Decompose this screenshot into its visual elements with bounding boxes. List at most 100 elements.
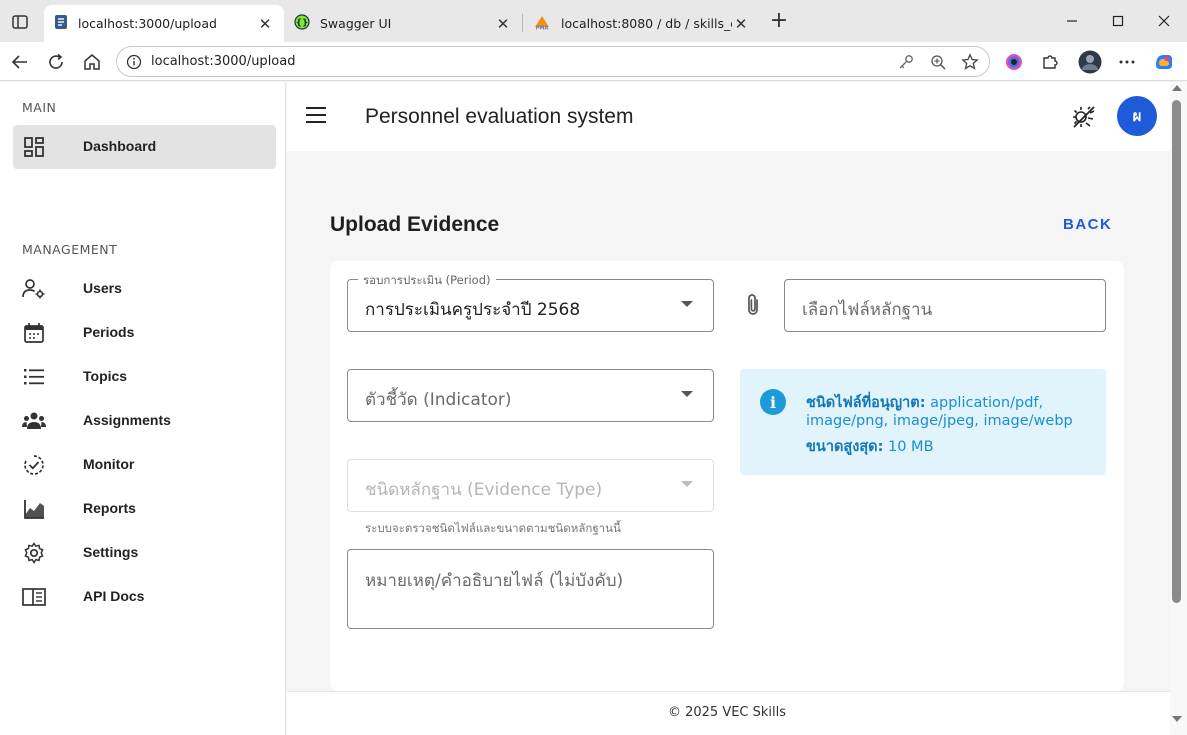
sidebar-item-label: Reports [83, 500, 136, 516]
swagger-icon: {} [294, 14, 310, 33]
note-textarea[interactable]: หมายเหตุ/คำอธิบายไฟล์ (ไม่บังคับ) [347, 549, 714, 629]
sidebar-item-label: Users [83, 280, 122, 296]
section-label-management: MANAGEMENT [22, 242, 118, 257]
favorite-star-icon[interactable] [961, 53, 979, 71]
key-icon[interactable] [897, 53, 915, 71]
dropdown-arrow-icon [681, 301, 693, 307]
refresh-icon[interactable] [43, 49, 69, 75]
close-tab-icon[interactable]: ✕ [732, 15, 750, 33]
avatar[interactable]: ผ [1117, 96, 1157, 136]
period-value: การประเมินครูประจำปี 2568 [365, 300, 581, 320]
group-icon [22, 409, 46, 433]
svg-text:{}: {} [296, 19, 309, 29]
sidebar-item-label: Monitor [83, 456, 135, 472]
close-window-icon[interactable] [1149, 8, 1179, 34]
sidebar-item-api-docs[interactable]: API Docs [13, 575, 276, 619]
sidebar: MAIN Dashboard MANAGEMENT Users Periods … [0, 82, 286, 735]
copilot-icon[interactable] [1152, 50, 1176, 74]
tab-title: Swagger UI [320, 16, 392, 31]
sidebar-item-label: Assignments [83, 412, 171, 428]
period-select[interactable]: รอบการประเมิน (Period) การประเมินครูประจ… [347, 272, 714, 332]
sidebar-item-label: Periods [83, 324, 135, 340]
sidebar-item-reports[interactable]: Reports [13, 487, 276, 531]
home-icon[interactable] [79, 49, 105, 75]
indicator-select[interactable]: ตัวชี้วัด (Indicator) [347, 369, 714, 422]
gear-icon [22, 541, 46, 565]
tab-swagger[interactable]: {} Swagger UI ✕ [284, 5, 522, 42]
file-placeholder: เลือกไฟล์หลักฐาน [802, 300, 933, 320]
evidence-type-select[interactable]: ชนิดหลักฐาน (Evidence Type) [347, 459, 714, 512]
sidebar-item-label: Topics [83, 368, 128, 384]
extension-color-icon[interactable] [1002, 50, 1026, 74]
profile-avatar-icon[interactable] [1078, 50, 1102, 74]
theme-toggle-icon[interactable] [1071, 104, 1097, 130]
svg-text:PMA: PMA [536, 26, 549, 31]
sidebar-item-label: API Docs [83, 588, 145, 604]
site-info-icon[interactable] [125, 53, 143, 71]
browser-tab-bar: localhost:3000/upload ✕ {} Swagger UI ✕ … [0, 0, 1187, 42]
close-tab-icon[interactable]: ✕ [256, 15, 274, 33]
phpmyadmin-icon: PMA [533, 14, 551, 33]
sidebar-item-topics[interactable]: Topics [13, 355, 276, 399]
extensions-puzzle-icon[interactable] [1038, 50, 1062, 74]
close-tab-icon[interactable]: ✕ [494, 15, 512, 33]
dropdown-arrow-icon [681, 391, 693, 397]
allowed-types-value-2: image/png, image/jpeg, image/webp [806, 413, 1073, 429]
maximize-icon[interactable] [1103, 8, 1133, 34]
zoom-icon[interactable] [929, 53, 947, 71]
monitor-check-icon [22, 453, 46, 477]
note-placeholder: หมายเหตุ/คำอธิบายไฟล์ (ไม่บังคับ) [365, 571, 624, 591]
page-title: Upload Evidence [330, 213, 500, 236]
max-size-label: ขนาดสูงสุด: [806, 439, 884, 455]
browser-toolbar: localhost:3000/upload [0, 42, 1187, 81]
tab-title: localhost:8080 / db / skills_db | ph [561, 16, 732, 31]
back-arrow-icon[interactable] [7, 49, 33, 75]
tab-title: localhost:3000/upload [78, 16, 217, 31]
allowed-types-label: ชนิดไฟล์ที่อนุญาต: [806, 395, 926, 411]
tab-phpmyadmin[interactable]: PMA localhost:8080 / db / skills_db | ph… [523, 5, 760, 42]
scroll-up-arrow-icon[interactable] [1172, 85, 1182, 91]
dropdown-arrow-icon [681, 481, 693, 487]
calendar-icon [22, 321, 46, 345]
app-bar: Personnel evaluation system ผ [287, 82, 1170, 151]
sidebar-item-label: Dashboard [83, 138, 157, 154]
dashboard-icon [22, 135, 46, 159]
period-label: รอบการประเมิน (Period) [358, 272, 496, 290]
max-size-line: ขนาดสูงสุด: 10 MB [806, 435, 934, 458]
info-icon: i [760, 389, 786, 415]
scroll-down-arrow-icon[interactable] [1172, 716, 1182, 722]
allowed-types-value-1: application/pdf, [930, 395, 1044, 411]
tab-upload[interactable]: localhost:3000/upload ✕ [44, 5, 284, 42]
scrollbar-thumb[interactable] [1172, 100, 1181, 603]
sidebar-item-dashboard[interactable]: Dashboard [13, 125, 276, 169]
sidebar-item-assignments[interactable]: Assignments [13, 399, 276, 443]
sidebar-item-settings[interactable]: Settings [13, 531, 276, 575]
allowed-types-line: ชนิดไฟล์ที่อนุญาต: application/pdf, [806, 391, 1043, 414]
main-content: Upload Evidence BACK รอบการประเมิน (Peri… [287, 151, 1170, 691]
more-options-icon[interactable] [1115, 50, 1139, 74]
new-tab-button[interactable]: + [767, 10, 791, 34]
sidebar-item-periods[interactable]: Periods [13, 311, 276, 355]
footer-copyright: © 2025 VEC Skills [667, 705, 787, 720]
address-bar[interactable]: localhost:3000/upload [116, 46, 990, 77]
back-button[interactable]: BACK [1063, 216, 1112, 233]
minimize-icon[interactable] [1057, 8, 1087, 34]
footer: © 2025 VEC Skills [287, 691, 1170, 735]
list-icon [22, 365, 46, 389]
sidebar-item-users[interactable]: Users [13, 267, 276, 311]
upload-form-card: รอบการประเมิน (Period) การประเมินครูประจ… [330, 261, 1124, 691]
paperclip-icon[interactable] [742, 292, 764, 318]
max-size-value: 10 MB [888, 439, 934, 455]
hamburger-menu-icon[interactable] [305, 106, 329, 128]
book-icon [22, 585, 46, 609]
evidence-type-placeholder: ชนิดหลักฐาน (Evidence Type) [365, 480, 603, 500]
app-title: Personnel evaluation system [365, 105, 634, 128]
document-icon [54, 14, 68, 33]
file-requirements-alert: i ชนิดไฟล์ที่อนุญาต: application/pdf, im… [740, 369, 1106, 475]
tab-actions-icon[interactable] [8, 11, 32, 33]
sidebar-item-monitor[interactable]: Monitor [13, 443, 276, 487]
indicator-placeholder: ตัวชี้วัด (Indicator) [365, 390, 512, 410]
section-label-main: MAIN [22, 100, 57, 115]
address-text: localhost:3000/upload [151, 54, 296, 69]
file-input[interactable]: เลือกไฟล์หลักฐาน [784, 279, 1106, 332]
